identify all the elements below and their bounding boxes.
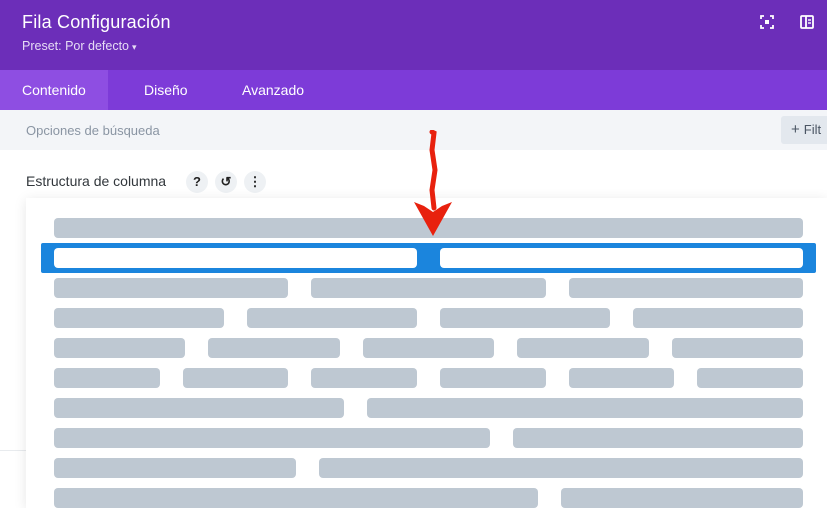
column-block [247, 308, 417, 328]
plus-icon: + [791, 121, 800, 138]
column-block [54, 308, 224, 328]
column-block [440, 248, 803, 268]
tab-contenido[interactable]: Contenido [0, 70, 108, 110]
column-block [54, 278, 289, 298]
split-view-icon[interactable] [799, 14, 815, 30]
fullscreen-icon[interactable] [759, 14, 775, 30]
column-block [697, 368, 803, 388]
tab-avanzado[interactable]: Avanzado [220, 70, 326, 110]
modal-header: Fila Configuración Preset: Por defecto ▾ [0, 0, 827, 70]
column-block [54, 428, 490, 448]
column-block [568, 278, 803, 298]
column-block [367, 398, 803, 418]
column-block [440, 308, 610, 328]
layout-option-4[interactable] [54, 308, 803, 328]
filter-button[interactable]: + Filt [781, 116, 827, 144]
tab-bar: Contenido Diseño Avanzado [0, 70, 827, 110]
layout-option-8[interactable] [54, 428, 803, 448]
column-block [568, 368, 675, 388]
layout-option-2[interactable] [41, 243, 816, 273]
layout-option-5[interactable] [54, 338, 803, 358]
column-block [182, 368, 289, 388]
preset-dropdown[interactable]: Preset: Por defecto ▾ [22, 39, 137, 53]
column-block [561, 488, 803, 508]
layout-option-7[interactable] [54, 398, 803, 418]
search-input[interactable]: Opciones de búsqueda [26, 123, 160, 138]
filter-label: Filt [803, 122, 822, 137]
modal-title: Fila Configuración [22, 12, 171, 32]
reset-icon[interactable]: ↺ [215, 171, 237, 193]
column-block [54, 488, 538, 508]
caret-down-icon: ▾ [132, 42, 137, 52]
divider [0, 450, 26, 451]
column-block [311, 368, 417, 388]
column-block [362, 338, 495, 358]
layout-option-10[interactable] [54, 488, 803, 508]
help-icon[interactable]: ? [186, 171, 208, 193]
column-block [440, 368, 546, 388]
column-block [208, 338, 340, 358]
column-structure-label: Estructura de columna [26, 173, 167, 189]
column-structure-panel [26, 198, 827, 508]
column-block [54, 458, 296, 478]
annotation-arrow-icon [414, 130, 452, 236]
more-options-icon[interactable]: ⋮ [244, 171, 266, 193]
layout-option-6[interactable] [54, 368, 803, 388]
column-block [54, 398, 345, 418]
column-block [633, 308, 803, 328]
preset-label: Preset: Por defecto [22, 39, 130, 53]
column-block [517, 338, 649, 358]
column-block [311, 278, 546, 298]
column-block [54, 248, 417, 268]
column-block [512, 428, 803, 448]
column-block [54, 338, 186, 358]
column-block [671, 338, 803, 358]
column-block [54, 368, 160, 388]
layout-option-9[interactable] [54, 458, 803, 478]
column-block [319, 458, 803, 478]
layout-option-3[interactable] [54, 278, 803, 298]
tab-diseno[interactable]: Diseño [122, 70, 210, 110]
